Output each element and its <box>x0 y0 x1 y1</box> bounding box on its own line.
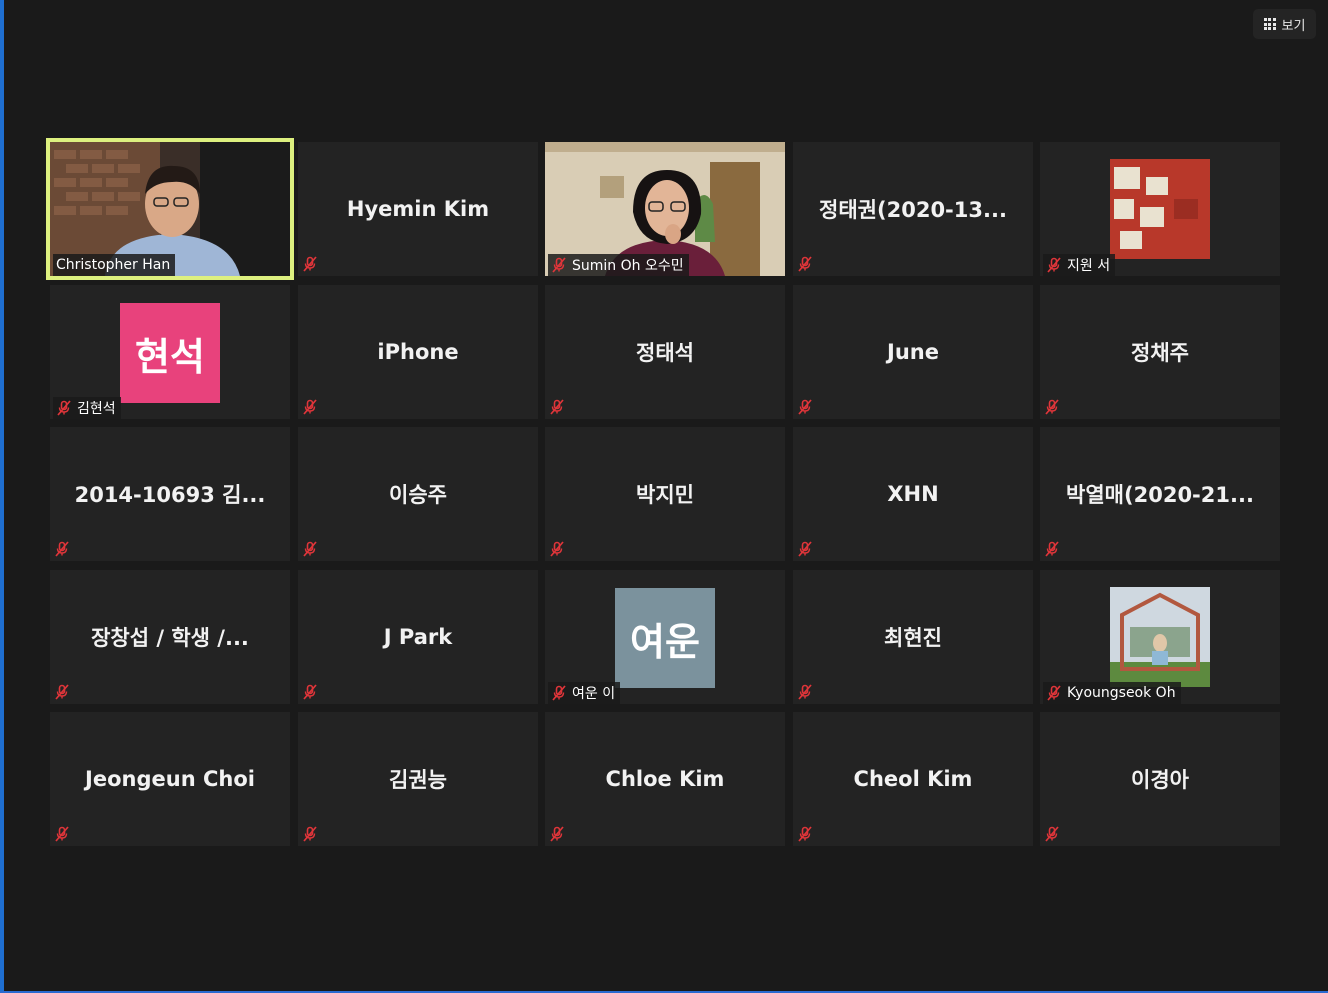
participant-name: 정태석 <box>636 341 694 365</box>
mic-muted-icon <box>54 684 72 702</box>
mic-muted-icon <box>549 826 567 844</box>
mic-muted-icon <box>302 684 320 702</box>
mic-muted-icon <box>549 399 567 417</box>
participant-tile[interactable]: 이승주 <box>298 427 538 561</box>
mic-muted-icon <box>797 399 815 417</box>
participant-tile[interactable]: Chloe Kim <box>545 712 785 846</box>
participant-tile[interactable]: 장창섭 / 학생 /... <box>50 570 290 704</box>
participant-tile[interactable]: Jeongeun Choi <box>50 712 290 846</box>
participant-tile[interactable]: J Park <box>298 570 538 704</box>
mic-muted-icon <box>1046 685 1062 701</box>
participant-tile[interactable]: 최현진 <box>793 570 1033 704</box>
participant-name: 김현석 <box>77 401 116 417</box>
mic-muted-icon <box>551 257 567 273</box>
participant-tile[interactable]: iPhone <box>298 285 538 419</box>
mic-muted-icon <box>302 399 320 417</box>
participant-name: 지원 서 <box>1067 258 1111 274</box>
participant-name: XHN <box>887 482 939 506</box>
participant-name: Jeongeun Choi <box>85 767 255 791</box>
participant-name: 박지민 <box>636 483 694 507</box>
mic-muted-icon <box>797 826 815 844</box>
mic-muted-icon <box>302 541 320 559</box>
participant-name: 최현진 <box>884 626 942 650</box>
participant-tile[interactable]: 박지민 <box>545 427 785 561</box>
mic-muted-icon <box>54 541 72 559</box>
participant-name: 정태권(2020-13... <box>819 198 1007 222</box>
participant-tile[interactable]: 2014-10693 김... <box>50 427 290 561</box>
participant-name: 이경아 <box>1131 768 1189 792</box>
mic-muted-icon <box>549 541 567 559</box>
participant-name: Chloe Kim <box>605 767 725 791</box>
participant-tile[interactable]: Hyemin Kim <box>298 142 538 276</box>
participant-name: 김권능 <box>389 768 447 792</box>
gallery-view: Christopher Han Hyemin Kim Sumin Oh 오수민 정태권… <box>0 0 1328 993</box>
participant-tile[interactable]: 박열매(2020-21... <box>1040 427 1280 561</box>
mic-muted-icon <box>797 256 815 274</box>
participant-name: 이승주 <box>389 483 447 507</box>
participant-name-label: 여운 이 <box>548 682 621 704</box>
participant-name: iPhone <box>377 340 459 364</box>
participant-tile[interactable]: June <box>793 285 1033 419</box>
participant-name: June <box>887 340 939 364</box>
participant-tile[interactable]: Kyoungseok Oh <box>1040 570 1280 704</box>
participant-name: 박열매(2020-21... <box>1066 483 1254 507</box>
mic-muted-icon <box>54 826 72 844</box>
participant-name: 2014-10693 김... <box>74 483 266 507</box>
participant-tile[interactable]: 김권능 <box>298 712 538 846</box>
participant-name-label: 김현석 <box>53 397 121 419</box>
participant-avatar: 현석 <box>120 303 220 403</box>
participant-tile[interactable]: Cheol Kim <box>793 712 1033 846</box>
mic-muted-icon <box>551 685 567 701</box>
participant-name-label: Christopher Han <box>53 254 176 276</box>
mic-muted-icon <box>1044 826 1062 844</box>
mic-muted-icon <box>302 826 320 844</box>
participant-tile[interactable]: 정채주 <box>1040 285 1280 419</box>
participant-tile[interactable]: 정태석 <box>545 285 785 419</box>
mic-muted-icon <box>1046 257 1062 273</box>
participant-tile[interactable]: Sumin Oh 오수민 <box>545 142 785 276</box>
participant-name: J Park <box>383 625 453 649</box>
participant-name: Kyoungseok Oh <box>1067 685 1176 701</box>
participant-name: Cheol Kim <box>853 767 973 791</box>
participant-tile[interactable]: XHN <box>793 427 1033 561</box>
participant-avatar: 여운 <box>615 588 715 688</box>
participant-name-label: Kyoungseok Oh <box>1043 682 1181 704</box>
participant-name-label: Sumin Oh 오수민 <box>548 254 689 276</box>
participant-name: Christopher Han <box>56 257 171 273</box>
mic-muted-icon <box>1044 541 1062 559</box>
participant-name: Hyemin Kim <box>346 197 490 221</box>
mic-muted-icon <box>1044 399 1062 417</box>
participant-tile[interactable]: 여운 여운 이 <box>545 570 785 704</box>
mic-muted-icon <box>56 400 72 416</box>
participant-tile[interactable]: 정태권(2020-13... <box>793 142 1033 276</box>
mic-muted-icon <box>797 684 815 702</box>
participant-name-label: 지원 서 <box>1043 254 1116 276</box>
participant-name: Sumin Oh 오수민 <box>572 258 684 274</box>
mic-muted-icon <box>302 256 320 274</box>
participant-name: 장창섭 / 학생 /... <box>91 626 249 650</box>
mic-muted-icon <box>797 541 815 559</box>
participant-tile[interactable]: 이경아 <box>1040 712 1280 846</box>
participant-tile[interactable]: 지원 서 <box>1040 142 1280 276</box>
participant-name: 정채주 <box>1131 341 1189 365</box>
participant-tile[interactable]: 현석 김현석 <box>50 285 290 419</box>
participant-tile[interactable]: Christopher Han <box>46 138 294 280</box>
participant-name: 여운 이 <box>572 686 616 702</box>
